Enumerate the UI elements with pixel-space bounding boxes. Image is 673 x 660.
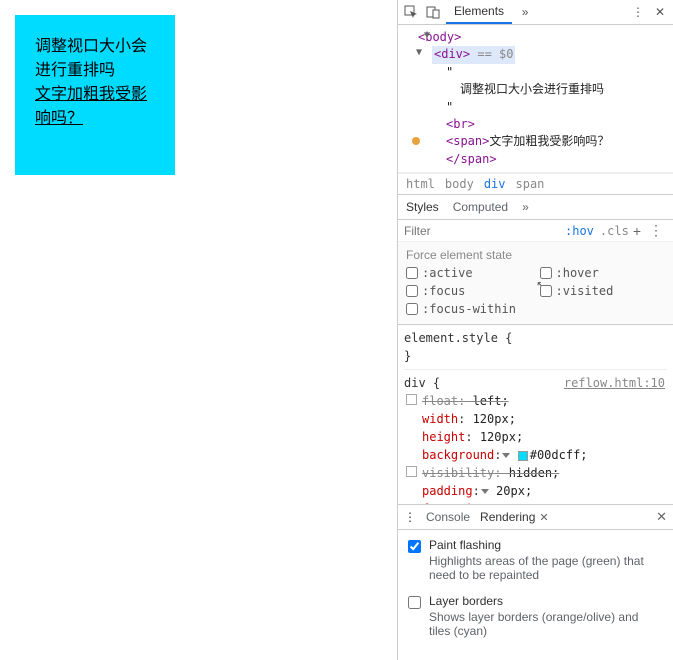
close-rendering-icon[interactable]: ✕: [539, 511, 548, 524]
dom-text-quote: ": [446, 100, 453, 114]
prop-font-size[interactable]: font-size: 16px;: [404, 500, 667, 504]
drawer: ⋮ Console Rendering ✕ ✕ Paint flashing H…: [398, 504, 673, 660]
force-state-title: Force element state: [406, 248, 665, 262]
checkbox-layer-borders[interactable]: [408, 596, 421, 609]
checkbox-visited[interactable]: [540, 285, 552, 297]
rendering-panel: Paint flashing Highlights areas of the p…: [398, 530, 673, 660]
prop-height[interactable]: height: 120px;: [404, 428, 667, 446]
prop-visibility[interactable]: visibility: hidden;: [404, 464, 667, 482]
more-style-tabs-icon[interactable]: »: [522, 200, 529, 214]
state-hover[interactable]: :hover↖: [540, 266, 666, 280]
option-paint-flashing[interactable]: Paint flashing Highlights areas of the p…: [408, 538, 663, 582]
page-viewport: 调整视口大小会进行重排吗 文字加粗我受影响吗？: [0, 0, 397, 660]
prop-checkbox[interactable]: [406, 466, 417, 477]
force-state-panel: Force element state :active :hover↖ :foc…: [398, 242, 673, 325]
styles-filter-bar: :hov .cls + ⋮: [398, 220, 673, 242]
drawer-kebab-icon[interactable]: ⋮: [404, 510, 416, 524]
box-text-2: 文字加粗我受影响吗？: [35, 86, 147, 127]
crumb-div[interactable]: div: [484, 177, 506, 191]
demo-box: 调整视口大小会进行重排吗 文字加粗我受影响吗？: [15, 15, 175, 175]
kebab-icon[interactable]: ⋮: [629, 3, 647, 21]
styles-filter-input[interactable]: [404, 224, 559, 238]
expand-arrow-icon[interactable]: ▼: [416, 46, 422, 61]
new-rule-icon[interactable]: +: [629, 223, 645, 239]
dom-text-quote: ": [446, 65, 453, 79]
tab-computed[interactable]: Computed: [453, 200, 508, 214]
state-focus-within[interactable]: :focus-within: [406, 302, 532, 316]
checkbox-active[interactable]: [406, 267, 418, 279]
state-focus[interactable]: :focus: [406, 284, 532, 298]
dom-selected-div[interactable]: <div> == $0: [432, 46, 515, 63]
more-tabs-icon[interactable]: »: [516, 3, 534, 21]
prop-background[interactable]: background: #00dcff;: [404, 446, 667, 464]
checkbox-hover[interactable]: [540, 267, 552, 279]
checkbox-focus[interactable]: [406, 285, 418, 297]
toggle-cls[interactable]: .cls: [600, 224, 629, 238]
box-text-1: 调整视口大小会进行重排吗: [35, 38, 147, 79]
rule-element-style[interactable]: element.style { }: [404, 329, 667, 370]
rule-source-link[interactable]: reflow.html:10: [564, 374, 665, 392]
drawer-tab-rendering[interactable]: Rendering: [480, 510, 535, 524]
prop-width[interactable]: width: 120px;: [404, 410, 667, 428]
expand-shorthand-icon[interactable]: [481, 489, 489, 494]
expand-arrow-icon[interactable]: ▼: [424, 29, 430, 44]
dom-tree[interactable]: ▼<body> ▼<div> == $0 " 调整视口大小会进行重排吗 " <b…: [398, 25, 673, 173]
close-devtools-icon[interactable]: ✕: [651, 3, 669, 21]
state-active[interactable]: :active: [406, 266, 532, 280]
modified-dot-icon: [412, 137, 420, 145]
prop-padding[interactable]: padding: 20px;: [404, 482, 667, 500]
checkbox-focus-within[interactable]: [406, 303, 418, 315]
paint-flashing-title: Paint flashing: [429, 538, 663, 552]
prop-float[interactable]: float: left;: [404, 392, 667, 410]
rule-div[interactable]: reflow.html:10 div { float: left; width:…: [404, 374, 667, 504]
device-toolbar-icon[interactable]: [424, 3, 442, 21]
crumb-span[interactable]: span: [516, 177, 545, 191]
tab-elements[interactable]: Elements: [446, 0, 512, 24]
crumb-body[interactable]: body: [445, 177, 474, 191]
inspect-icon[interactable]: [402, 3, 420, 21]
devtools-panel: Elements » ⋮ ✕ ▼<body> ▼<div> == $0 " 调整…: [397, 0, 673, 660]
dom-br[interactable]: <br>: [446, 117, 475, 131]
layer-borders-desc: Shows layer borders (orange/olive) and t…: [429, 610, 663, 638]
drawer-header: ⋮ Console Rendering ✕ ✕: [398, 505, 673, 530]
prop-checkbox[interactable]: [406, 394, 417, 405]
dom-text-node[interactable]: 调整视口大小会进行重排吗: [460, 82, 604, 96]
checkbox-paint-flashing[interactable]: [408, 540, 421, 553]
css-rules: element.style { } reflow.html:10 div { f…: [398, 325, 673, 504]
dom-span-text[interactable]: 文字加粗我受影响吗？: [489, 134, 609, 148]
option-layer-borders[interactable]: Layer borders Shows layer borders (orang…: [408, 594, 663, 638]
expand-shorthand-icon[interactable]: [502, 453, 510, 458]
filter-more-icon[interactable]: ⋮: [645, 222, 667, 239]
drawer-tab-console[interactable]: Console: [426, 510, 470, 524]
dom-span-close[interactable]: </span>: [446, 152, 497, 166]
toggle-hov[interactable]: :hov: [565, 224, 594, 238]
state-visited[interactable]: :visited: [540, 284, 666, 298]
color-swatch[interactable]: [518, 451, 528, 461]
tab-styles[interactable]: Styles: [406, 200, 439, 214]
paint-flashing-desc: Highlights areas of the page (green) tha…: [429, 554, 663, 582]
layer-borders-title: Layer borders: [429, 594, 663, 608]
crumb-html[interactable]: html: [406, 177, 435, 191]
styles-header: Styles Computed »: [398, 195, 673, 220]
devtools-toolbar: Elements » ⋮ ✕: [398, 0, 673, 25]
close-drawer-icon[interactable]: ✕: [656, 509, 667, 525]
dom-breadcrumb: html body div span: [398, 173, 673, 195]
dom-span-open[interactable]: <span>: [446, 134, 489, 148]
